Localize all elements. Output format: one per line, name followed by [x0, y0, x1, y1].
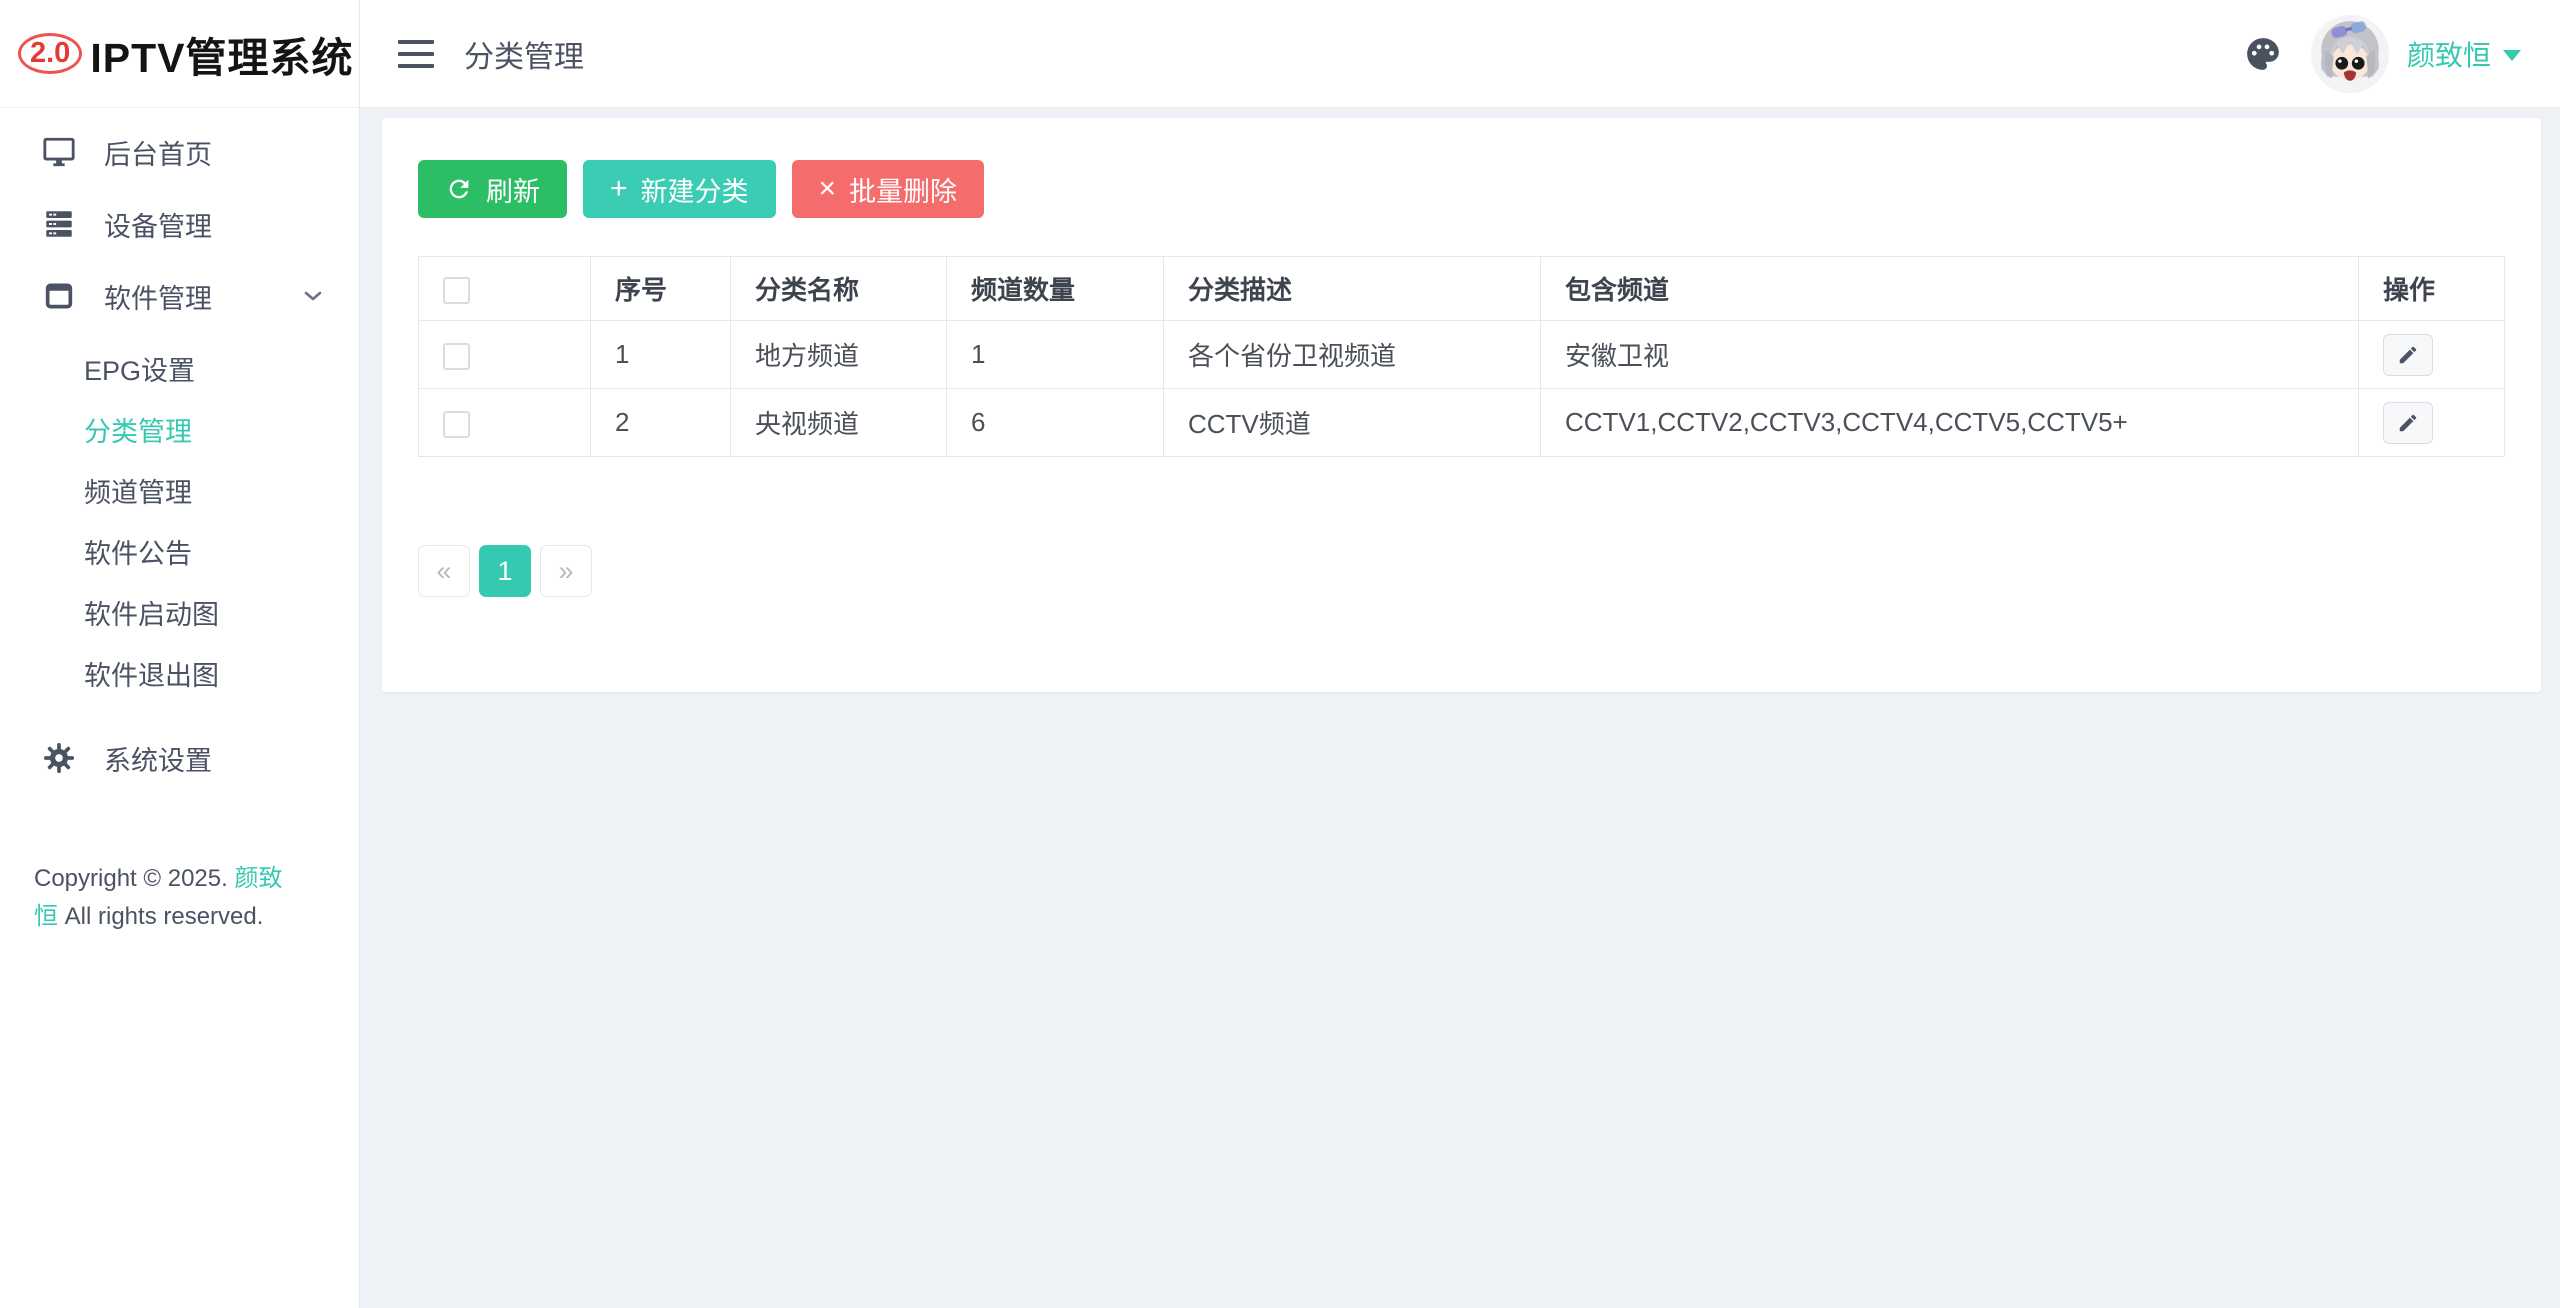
- sidebar-item-home[interactable]: 后台首页: [0, 116, 359, 188]
- sidebar-item-channels[interactable]: 频道管理: [0, 460, 359, 521]
- nav-spacer: [0, 708, 359, 722]
- category-table: 序号 分类名称 频道数量 分类描述 包含频道 操作 1 地方频道: [418, 256, 2505, 457]
- menu-toggle-icon[interactable]: [398, 40, 434, 68]
- sidebar-item-software[interactable]: 软件管理: [0, 260, 359, 332]
- sidebar-item-label: 软件启动图: [84, 593, 219, 632]
- batch-delete-button[interactable]: × 批量删除: [792, 160, 985, 218]
- logo-version-badge: 2.0: [18, 33, 82, 74]
- refresh-button[interactable]: 刷新: [418, 160, 567, 218]
- create-label: 新建分类: [641, 170, 749, 209]
- sidebar-item-label: 后台首页: [104, 133, 212, 172]
- software-submenu: EPG设置 分类管理 频道管理 软件公告 软件启动图 软件退出图: [0, 332, 359, 708]
- sidebar-item-announcement[interactable]: 软件公告: [0, 521, 359, 582]
- caret-down-icon: [2503, 50, 2521, 61]
- pagination-page-1[interactable]: 1: [479, 545, 531, 597]
- window-icon: [40, 279, 78, 313]
- refresh-icon: [445, 175, 473, 203]
- edit-button[interactable]: [2383, 402, 2433, 444]
- username: 颜致恒: [2407, 34, 2491, 74]
- sidebar-item-label: EPG设置: [84, 349, 195, 388]
- sidebar-nav: 后台首页 设备管理: [0, 108, 359, 794]
- cell-name: 地方频道: [731, 321, 947, 389]
- content-area: 刷新 + 新建分类 × 批量删除: [360, 108, 2560, 1308]
- copyright-prefix: Copyright © 2025.: [34, 865, 228, 892]
- refresh-label: 刷新: [486, 170, 540, 209]
- server-icon: [40, 207, 78, 241]
- sidebar-item-epg[interactable]: EPG设置: [0, 338, 359, 399]
- monitor-icon: [40, 135, 78, 169]
- sidebar-item-label: 频道管理: [84, 471, 192, 510]
- cell-channels: CCTV1,CCTV2,CCTV3,CCTV4,CCTV5,CCTV5+: [1541, 389, 2359, 457]
- cell-name: 央视频道: [731, 389, 947, 457]
- cell-seq: 1: [591, 321, 731, 389]
- table-row: 2 央视频道 6 CCTV频道 CCTV1,CCTV2,CCTV3,CCTV4,…: [419, 389, 2505, 457]
- sidebar-item-splash[interactable]: 软件启动图: [0, 582, 359, 643]
- cell-desc: 各个省份卫视频道: [1164, 321, 1541, 389]
- table-header-row: 序号 分类名称 频道数量 分类描述 包含频道 操作: [419, 257, 2505, 321]
- sidebar-item-settings[interactable]: 系统设置: [0, 722, 359, 794]
- topbar: 分类管理: [360, 0, 2560, 108]
- edit-button[interactable]: [2383, 334, 2433, 376]
- header-count: 频道数量: [947, 257, 1164, 321]
- row-checkbox[interactable]: [443, 411, 470, 438]
- pagination-prev-button[interactable]: «: [418, 545, 470, 597]
- page-title: 分类管理: [464, 32, 584, 76]
- table-row: 1 地方频道 1 各个省份卫视频道 安徽卫视: [419, 321, 2505, 389]
- sidebar-item-label: 分类管理: [84, 410, 192, 449]
- sidebar-item-label: 软件管理: [104, 277, 212, 316]
- delete-label: 批量删除: [849, 170, 957, 209]
- user-menu[interactable]: 颜致恒: [2407, 34, 2521, 74]
- pagination: « 1 »: [418, 545, 2505, 597]
- cell-channels: 安徽卫视: [1541, 321, 2359, 389]
- pencil-icon: [2397, 412, 2419, 434]
- app-root: 2.0 IPTV管理系统 后台首页: [0, 0, 2560, 1308]
- chevron-down-icon: [303, 289, 323, 303]
- sidebar-item-category[interactable]: 分类管理: [0, 399, 359, 460]
- avatar[interactable]: [2311, 15, 2389, 93]
- select-all-checkbox[interactable]: [443, 277, 470, 304]
- cell-count: 6: [947, 389, 1164, 457]
- main-area: 分类管理: [360, 0, 2560, 1308]
- pagination-next-button[interactable]: »: [540, 545, 592, 597]
- sidebar: 2.0 IPTV管理系统 后台首页: [0, 0, 360, 1308]
- topbar-right: 颜致恒: [2241, 15, 2521, 93]
- create-category-button[interactable]: + 新建分类: [583, 160, 776, 218]
- header-desc: 分类描述: [1164, 257, 1541, 321]
- cell-count: 1: [947, 321, 1164, 389]
- header-name: 分类名称: [731, 257, 947, 321]
- logo-title: IPTV管理系统: [90, 24, 353, 84]
- palette-icon[interactable]: [2241, 32, 2285, 76]
- cell-desc: CCTV频道: [1164, 389, 1541, 457]
- close-icon: ×: [819, 174, 837, 204]
- logo: 2.0 IPTV管理系统: [0, 0, 359, 108]
- row-checkbox[interactable]: [443, 343, 470, 370]
- cell-seq: 2: [591, 389, 731, 457]
- sidebar-item-label: 系统设置: [104, 739, 212, 778]
- sidebar-item-exit-image[interactable]: 软件退出图: [0, 643, 359, 704]
- category-card: 刷新 + 新建分类 × 批量删除: [382, 118, 2541, 692]
- header-actions: 操作: [2359, 257, 2505, 321]
- plus-icon: +: [610, 174, 628, 204]
- copyright-suffix: All rights reserved.: [65, 903, 264, 930]
- sidebar-item-devices[interactable]: 设备管理: [0, 188, 359, 260]
- header-seq: 序号: [591, 257, 731, 321]
- toolbar: 刷新 + 新建分类 × 批量删除: [418, 160, 2505, 218]
- gear-icon: [40, 741, 78, 775]
- pencil-icon: [2397, 344, 2419, 366]
- sidebar-item-label: 软件公告: [84, 532, 192, 571]
- copyright: Copyright © 2025. 颜致恒 All rights reserve…: [0, 860, 330, 937]
- header-channels: 包含频道: [1541, 257, 2359, 321]
- sidebar-item-label: 软件退出图: [84, 654, 219, 693]
- sidebar-item-label: 设备管理: [104, 205, 212, 244]
